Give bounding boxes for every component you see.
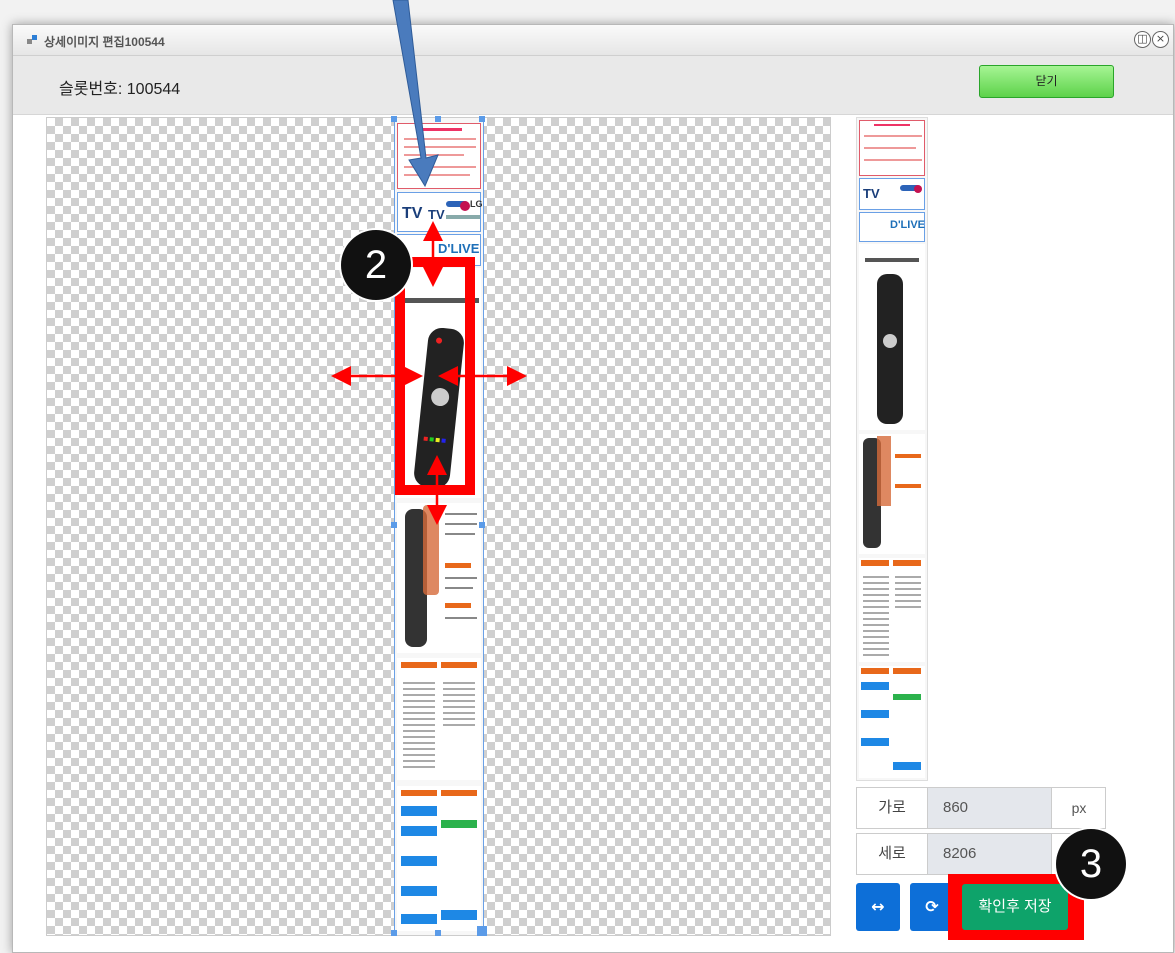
step-2-badge: 2 — [341, 230, 411, 300]
blue-pointer-arrow — [392, 0, 439, 188]
step-3-badge: 3 — [1056, 829, 1126, 899]
annotation-overlay — [331, 0, 527, 525]
